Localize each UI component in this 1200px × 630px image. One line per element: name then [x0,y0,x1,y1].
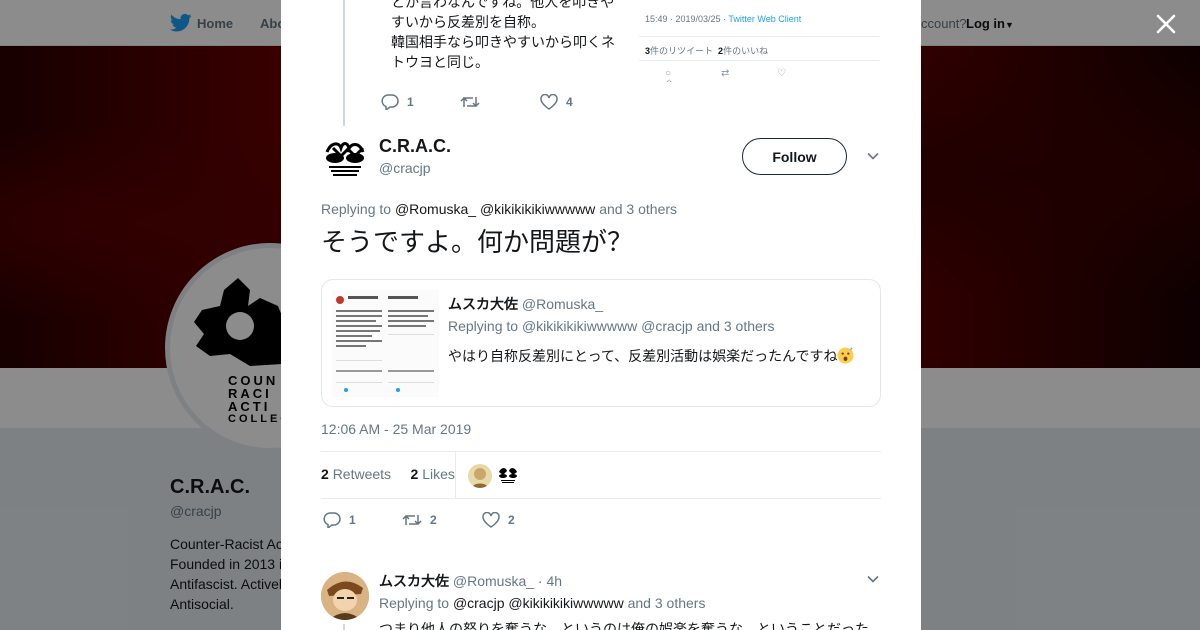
image-action-icons: ○⇄♡⇧ [665,68,786,82]
reply-count: 1 [349,513,356,527]
previous-tweet-text: とか言わなんですね。他人を叩きや すいから反差別を自称。 韓国相手なら叩きやすい… [391,0,615,70]
liker-avatar[interactable] [468,464,492,488]
divider [321,498,881,499]
reply-action[interactable]: 1 [323,510,356,530]
image-divider [639,60,879,61]
crac-logo-icon [325,142,365,176]
reply-action[interactable]: 1 [381,92,414,112]
thread-line [343,0,345,126]
mention-link[interactable]: @kikikikikiwwwww [508,595,623,611]
reply-replying-to: Replying to @cracjp @kikikikikiwwwww and… [379,595,706,611]
close-icon[interactable] [1154,12,1178,36]
retweets-stat[interactable]: 2 Retweets [321,466,391,482]
hushed-face-emoji-icon [837,347,855,364]
quoted-replying-to: Replying to @kikikikikiwwwww @cracjp and… [448,318,775,334]
retweet-icon [460,96,480,108]
reply-icon [381,94,399,110]
reply-time[interactable]: · 4h [538,573,562,589]
retweet-icon [402,514,422,526]
reply-text: つまり他人の怒りを奪うな、というのは俺の娯楽を奪うな、ということだった [379,621,869,630]
author-avatar[interactable] [321,134,369,182]
chevron-down-icon[interactable] [867,150,879,162]
replying-to: Replying to @Romuska_ @kikikikikiwwwww a… [321,201,678,217]
tweet-stats: 2 Retweets 2 Likes [321,466,455,482]
divider [321,451,881,452]
previous-tweet-image[interactable]: 15:49 · 2019/03/25 · Twitter Web Client … [639,0,879,82]
quoted-author: ムスカ大佐 @Romuska_ [448,296,604,312]
quoted-tweet-text: やはり自称反差別にとって、反差別活動は娯楽だったんですね [448,346,855,366]
like-count: 2 [508,513,515,527]
liker-avatar[interactable] [496,464,520,488]
chevron-down-icon[interactable] [867,573,879,585]
image-divider [639,36,879,37]
likes-stat[interactable]: 2 Likes [411,466,455,482]
mention-link[interactable]: @cracjp [453,595,505,611]
heart-icon [482,512,500,528]
others-link[interactable]: and 3 others [599,201,677,217]
heart-icon [540,94,558,110]
tweet-text: そうですよ。何か問題が？ [321,227,634,257]
author-name[interactable]: C.R.A.C. [379,136,451,157]
mention-link[interactable]: @kikikikikiwwwww [480,201,595,217]
author-handle[interactable]: @cracjp [379,160,431,176]
like-count: 4 [566,95,573,109]
reply-count: 1 [407,95,414,109]
tweet-timestamp[interactable]: 12:06 AM - 25 Mar 2019 [321,421,471,437]
reply-author-name[interactable]: ムスカ大佐 [379,573,449,589]
follow-button[interactable]: Follow [742,138,847,175]
others-link[interactable]: and 3 others [628,595,706,611]
stats-separator [455,452,456,498]
reply-header: ムスカ大佐 @Romuska_ · 4h [379,571,562,591]
quoted-tweet[interactable]: ムスカ大佐 @Romuska_ Replying to @kikikikikiw… [321,279,881,407]
reply-author-avatar[interactable] [321,572,369,620]
thread-line [343,624,345,630]
like-action[interactable]: 2 [482,510,515,530]
image-stats: 3件のリツイート 2件のいいね [645,46,769,56]
retweet-action[interactable]: 2 [402,510,437,530]
tweet-modal: とか言わなんですね。他人を叩きや すいから反差別を自称。 韓国相手なら叩きやすい… [281,0,921,630]
quoted-tweet-thumbnail [332,290,439,397]
reply-author-handle[interactable]: @Romuska_ [453,573,534,589]
image-meta: 15:49 · 2019/03/25 · Twitter Web Client [645,14,802,24]
mention-link[interactable]: @Romuska_ [395,201,476,217]
reply-icon [323,512,341,528]
retweet-count: 2 [430,513,437,527]
like-action[interactable]: 4 [540,92,573,112]
retweet-action[interactable] [460,92,480,112]
